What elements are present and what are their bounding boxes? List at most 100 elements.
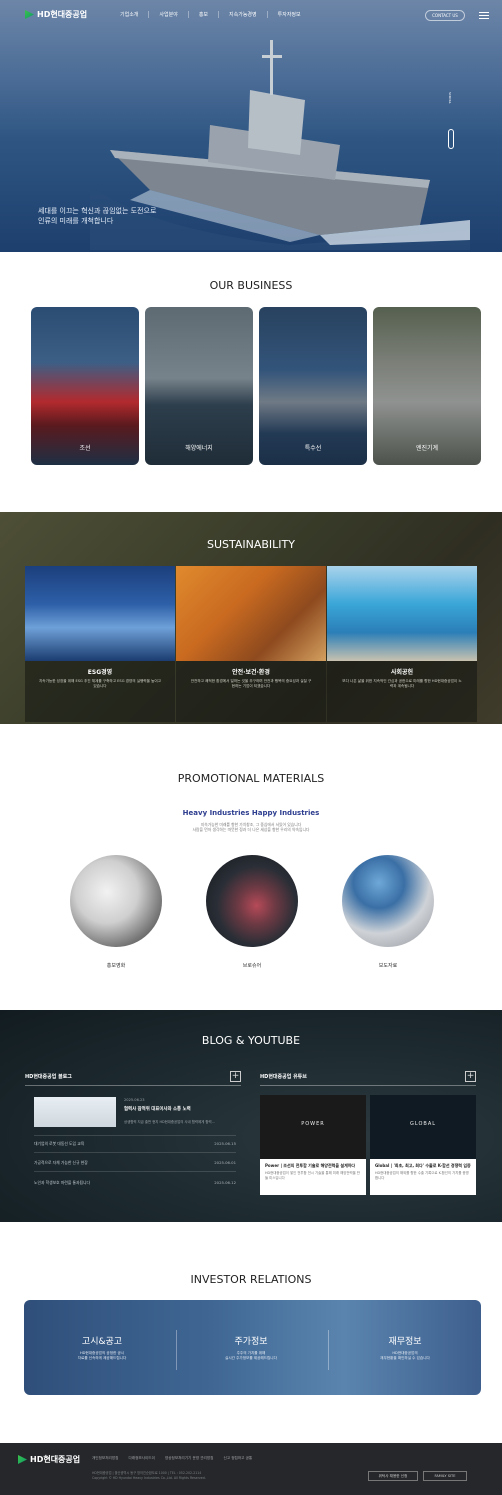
business-card-label: 해양에너지 bbox=[185, 445, 213, 452]
youtube-title: Global | '최초, 최고, 최다' 수출로 K-함선 경쟁력 입증 bbox=[375, 1163, 471, 1168]
hero-line-2: 인류의 미래를 개척합니다 bbox=[38, 217, 114, 225]
blog-title: BLOG & YOUTUBE bbox=[201, 1034, 301, 1047]
blog-item-date: 2025.06.12 bbox=[214, 1180, 236, 1185]
logo[interactable]: HD현대중공업 bbox=[25, 9, 87, 20]
menu-item-investor[interactable]: 투자자정보 bbox=[266, 11, 311, 18]
investor-col-desc: 실시간 주가정보를 제공해드립니다 bbox=[225, 1356, 277, 1360]
blog-list-item[interactable]: 대기업의 로봇 대동선 도입 교육 2025.06.15 bbox=[34, 1141, 236, 1147]
hero: HD현대중공업 기업소개 사업분야 홍보 지속가능경영 투자자정보 CONTAC… bbox=[0, 0, 502, 252]
business-card-shipbuilding[interactable]: 조선 bbox=[31, 307, 139, 465]
footer-info: HD현대중공업 | 울산광역시 동구 방어진순환도로 1000 | TEL : … bbox=[92, 1471, 206, 1480]
footer bbox=[0, 1443, 502, 1495]
youtube-desc: HD현대중공업이 쌓인 전투함 전시 기술을 통해 미래 해양전력을 만들 미스… bbox=[265, 1171, 360, 1180]
promo-desc-line: 사람을 먼저 생각하는 따뜻한 정과 더 나은 세상을 향한 우리의 약속입니다 bbox=[192, 827, 310, 832]
menu-item-company[interactable]: 기업소개 bbox=[110, 11, 148, 18]
card-title: ESG경영 bbox=[87, 669, 113, 676]
thumbnail-text: GLOBAL bbox=[409, 1121, 437, 1127]
sustainability-card-social[interactable]: 사회공헌 보다 나은 삶을 위한 지속적인 관심과 공헌으로 미래를 향한 HD… bbox=[327, 566, 477, 722]
menu-item-business[interactable]: 사업분야 bbox=[148, 11, 187, 18]
blog-heading: HD현대중공업 블로그 bbox=[25, 1074, 72, 1080]
blog-featured-desc: 상생협력 지급 출판 현지 HD현대중공업의 사내 협력에게 합력... bbox=[124, 1120, 215, 1124]
blog-featured-date: 2025.06.23 bbox=[124, 1098, 145, 1102]
footer-link[interactable]: 다래정보사이드이 bbox=[128, 1456, 154, 1461]
contact-us-button[interactable]: CONTACT US bbox=[425, 10, 465, 21]
business-card-offshore[interactable]: 해양에너지 bbox=[145, 307, 253, 465]
blog-item-date: 2025.06.01 bbox=[214, 1160, 236, 1165]
business-card-label: 엔진기계 bbox=[415, 445, 439, 452]
divider bbox=[34, 1152, 236, 1153]
footer-copyright: Copyright © HD Hyundai Heavy Industries … bbox=[92, 1475, 206, 1480]
investor-col-title: 재무정보 bbox=[388, 1337, 422, 1347]
blog-featured-title[interactable]: 협력사 잠적위 대표이사와 소통 노력 bbox=[124, 1106, 191, 1112]
youtube-desc: HD현대중공업의 해외를 향한 수출 기록으로 K-함선의 가치를 증명합니다 bbox=[375, 1171, 469, 1180]
divider bbox=[260, 1085, 476, 1086]
sustainability-card-esg[interactable]: ESG경영 지속가능한 성장을 위해 ESG 추진 체계를 구축하고 ESG 경… bbox=[25, 566, 175, 722]
sustainability-title: SUSTAINABILITY bbox=[206, 538, 295, 551]
divider bbox=[328, 1330, 329, 1370]
thumbnail-text: POWER bbox=[301, 1121, 325, 1127]
business-title: OUR BUSINESS bbox=[209, 279, 293, 292]
investor-col-title: 고시&공고 bbox=[81, 1337, 123, 1347]
blog-item-title: 대기업의 로봇 대동선 도입 교육 bbox=[34, 1141, 85, 1146]
investor-stock[interactable]: 주가정보 주주의 가치를 위해 실시간 주가정보를 제공해드립니다 bbox=[191, 1334, 311, 1361]
investor-col-desc: 자료를 신속하게 제공해드립니다 bbox=[77, 1356, 127, 1360]
investor-notice[interactable]: 고시&공고 HD현대중공업의 공정한 공시 자료를 신속하게 제공해드립니다 bbox=[42, 1334, 162, 1361]
youtube-more-button[interactable]: + bbox=[465, 1071, 476, 1082]
youtube-thumbnail: POWER bbox=[260, 1095, 366, 1159]
promo-film-label[interactable]: 홍보영화 bbox=[70, 962, 162, 969]
footer-logo[interactable]: HD현대중공업 bbox=[18, 1454, 80, 1465]
promotional-title: PROMOTIONAL MATERIALS bbox=[177, 772, 325, 785]
card-desc: 보다 나은 삶을 위한 지속적인 관심과 공헌으로 미래를 향한 HD현대중공업… bbox=[342, 679, 462, 688]
footer-link[interactable]: 신고 정립하고 공통 bbox=[223, 1456, 252, 1461]
card-title: 사회공헌 bbox=[390, 669, 414, 676]
main-menu: 기업소개 사업분야 홍보 지속가능경영 투자자정보 bbox=[110, 11, 311, 18]
card-desc: 지속가능한 성장을 위해 ESG 추진 체계를 구축하고 ESG 경영의 실행력… bbox=[39, 679, 161, 688]
blog-item-title: 가공적으로 자체 가능한 신규 현장 bbox=[34, 1160, 88, 1165]
promotional-subtitle: Heavy Industries Happy Industries bbox=[182, 809, 320, 817]
footer-link[interactable]: 개인정보처리방침 bbox=[92, 1456, 118, 1461]
menu-item-pr[interactable]: 홍보 bbox=[187, 11, 218, 18]
youtube-title: Power | 조선의 전투함 기술로 해양전력을 설계하다 bbox=[265, 1163, 356, 1168]
menu-item-sustainability[interactable]: 지속가능경영 bbox=[218, 11, 267, 18]
social-image bbox=[327, 566, 477, 661]
hamburger-menu-icon[interactable] bbox=[479, 12, 489, 21]
investor-financial[interactable]: 재무정보 HD현대중공업의 재무현황을 확인하실 수 있습니다 bbox=[345, 1334, 465, 1361]
top-nav: HD현대중공업 기업소개 사업분야 홍보 지속가능경영 투자자정보 CONTAC… bbox=[0, 0, 502, 32]
promo-brochure-image[interactable] bbox=[206, 855, 298, 947]
card-title: 안전·보건·환경 bbox=[232, 669, 270, 676]
youtube-heading: HD현대중공업 유튜브 bbox=[260, 1074, 307, 1080]
footer-link[interactable]: 영상정보처리기기 운영 관리방침 bbox=[165, 1456, 214, 1461]
promo-press-image[interactable] bbox=[342, 855, 434, 947]
blog-more-button[interactable]: + bbox=[230, 1071, 241, 1082]
footer-links: 개인정보처리방침 다래정보사이드이 영상정보처리기기 운영 관리방침 신고 정립… bbox=[92, 1456, 252, 1461]
divider bbox=[25, 1085, 241, 1086]
divider bbox=[34, 1171, 236, 1172]
blog-featured-image[interactable] bbox=[34, 1097, 116, 1127]
investor-col-title: 주가정보 bbox=[234, 1337, 268, 1347]
logo-icon bbox=[18, 1455, 27, 1464]
business-card-engine[interactable]: 엔진기계 bbox=[373, 307, 481, 465]
logo-text: HD현대중공업 bbox=[30, 1455, 81, 1464]
partner-apply-button[interactable]: 위탁사 채용한 신청 bbox=[368, 1471, 418, 1481]
blog-list-item[interactable]: 가공적으로 자체 가능한 신규 현장 2025.06.01 bbox=[34, 1160, 236, 1166]
divider bbox=[34, 1135, 236, 1136]
family-site-select[interactable]: FAMILY SITE bbox=[423, 1471, 467, 1481]
promo-brochure-label[interactable]: 브로슈어 bbox=[206, 962, 298, 969]
scroll-indicator[interactable]: SCROLL bbox=[448, 92, 456, 152]
hero-line-1: 세대를 이끄는 혁신과 끊임없는 도전으로 bbox=[38, 207, 157, 215]
business-card-naval[interactable]: 특수선 bbox=[259, 307, 367, 465]
blog-list-item[interactable]: 노인과 학생보호 마련을 통과됩니다 2025.06.12 bbox=[34, 1180, 236, 1186]
promo-press-label[interactable]: 보도자료 bbox=[342, 962, 434, 969]
promo-film-image[interactable] bbox=[70, 855, 162, 947]
logo-icon bbox=[25, 10, 34, 19]
investor-col-desc: 재무현황을 확인하실 수 있습니다 bbox=[380, 1356, 430, 1360]
logo-text: HD현대중공업 bbox=[37, 10, 88, 19]
youtube-card[interactable]: GLOBAL Global | '최초, 최고, 최다' 수출로 K-함선 경쟁… bbox=[370, 1095, 476, 1195]
sustainability-card-safety[interactable]: 안전·보건·환경 안전하고 쾌적한 환경에서 일하는 것을 추구하며 안전과 행… bbox=[176, 566, 326, 722]
business-card-label: 조선 bbox=[79, 445, 91, 452]
business-card-label: 특수선 bbox=[304, 445, 322, 452]
youtube-card[interactable]: POWER Power | 조선의 전투함 기술로 해양전력을 설계하다 HD현… bbox=[260, 1095, 366, 1195]
hero-slogan: 세대를 이끄는 혁신과 끊임없는 도전으로 인류의 미래를 개척합니다 bbox=[38, 206, 156, 226]
investor-title: INVESTOR RELATIONS bbox=[190, 1273, 312, 1286]
scroll-label: SCROLL bbox=[448, 92, 452, 104]
